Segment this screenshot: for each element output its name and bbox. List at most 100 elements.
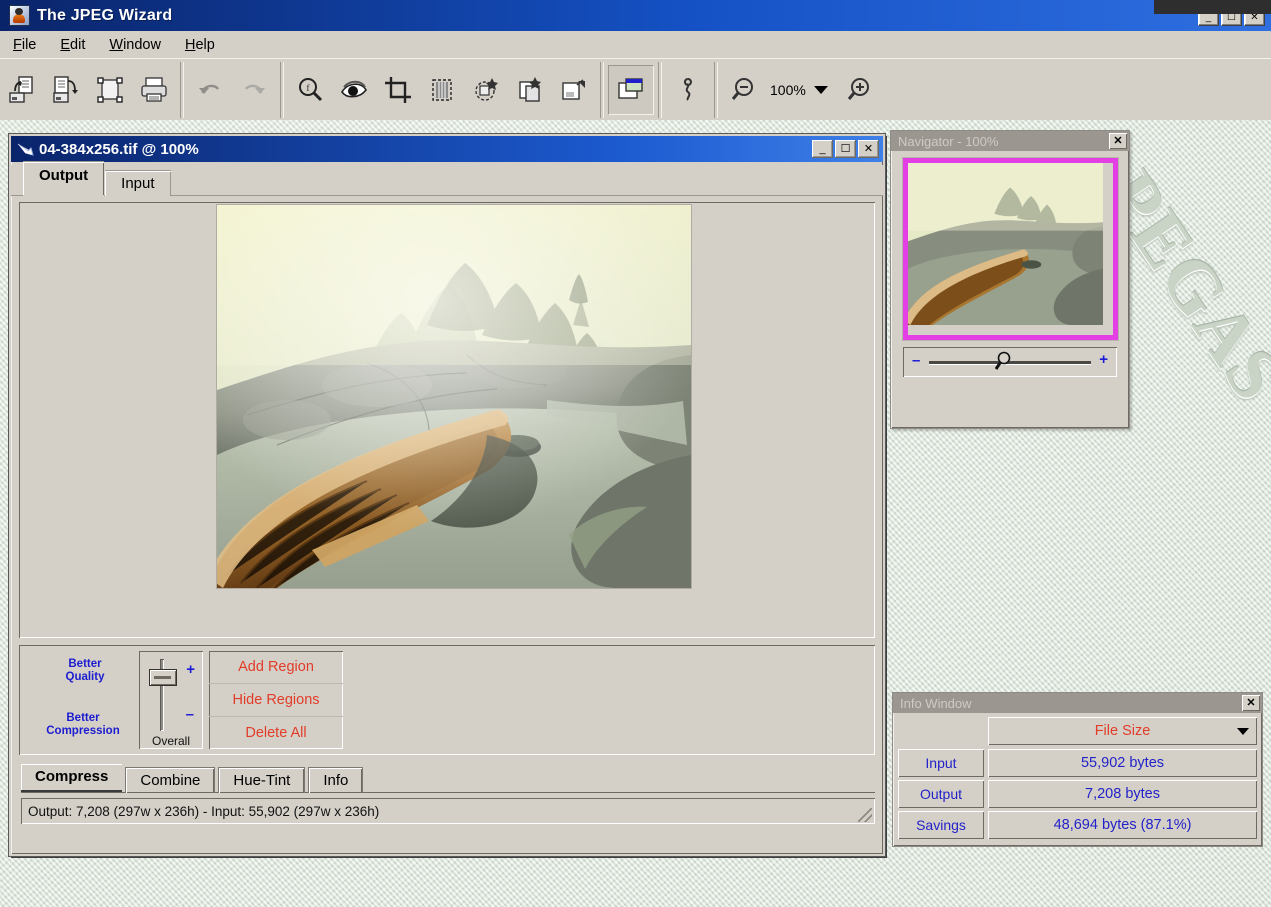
tab-hue-tint[interactable]: Hue-Tint [218, 767, 306, 793]
slider-thumb[interactable] [149, 669, 177, 686]
document-title-bar[interactable]: 04-384x256.tif @ 100% _ ☐ ✕ [11, 136, 883, 162]
compression-controls-panel: Better Quality Better Compression + – Ov… [19, 645, 875, 755]
paste-region-icon [559, 75, 589, 105]
quality-scale-labels: Better Quality Better Compression [37, 652, 133, 748]
info-row-label-output: Output [898, 780, 984, 808]
add-region-icon [471, 75, 501, 105]
info-row-value-input: 55,902 bytes [988, 749, 1257, 777]
region-buttons-group: Add Region Hide Regions Delete All [209, 651, 343, 749]
tab-input[interactable]: Input [105, 170, 171, 196]
navigator-slider-thumb[interactable] [994, 351, 1012, 372]
menu-help[interactable]: Help [174, 34, 226, 56]
hide-regions-button[interactable]: Hide Regions [209, 684, 343, 717]
overall-quality-slider[interactable]: + – Overall [139, 651, 203, 749]
tab-output[interactable]: Output [23, 161, 105, 196]
zoom-in-icon [845, 75, 875, 105]
magnifier-icon: f [295, 75, 325, 105]
print-icon [139, 75, 169, 105]
navigator-thumbnail-area[interactable] [899, 158, 1121, 340]
print-button[interactable] [132, 66, 176, 114]
paste-region-button[interactable] [552, 66, 596, 114]
info-window: Info Window ✕ File Size Input 55,902 byt… [892, 692, 1263, 847]
zoom-out-button[interactable] [722, 66, 766, 114]
document-maximize-button[interactable]: ☐ [835, 140, 856, 158]
info-row-value-output: 7,208 bytes [988, 780, 1257, 808]
info-row-label-input: Input [898, 749, 984, 777]
info-metric-value: File Size [1094, 723, 1151, 739]
slider-plus-label: + [186, 661, 195, 678]
document-icon [17, 142, 34, 157]
delete-all-button[interactable]: Delete All [209, 717, 343, 749]
toolbar: f 100% [0, 58, 1271, 121]
resize-grip[interactable] [858, 808, 872, 822]
menu-window-label: indow [123, 36, 161, 53]
status-text: Output: 7,208 (297w x 236h) - Input: 55,… [28, 803, 380, 819]
info-window-button[interactable] [666, 66, 710, 114]
crop-tool-button[interactable] [376, 66, 420, 114]
navigator-window-icon [616, 75, 646, 105]
mask-tool-button[interactable] [420, 66, 464, 114]
chevron-down-icon[interactable] [813, 86, 828, 94]
toolbar-separator-2 [280, 62, 284, 118]
grid-mask-icon [427, 75, 457, 105]
tab-info[interactable]: Info [308, 767, 364, 793]
toolbar-separator-1 [180, 62, 184, 118]
copy-region-button[interactable] [508, 66, 552, 114]
open-file-button[interactable] [0, 66, 44, 114]
tab-compress[interactable]: Compress [21, 764, 123, 792]
info-window-title: Info Window [900, 695, 972, 711]
document-title: 04-384x256.tif @ 100% [39, 140, 199, 158]
toolbar-group-info [666, 62, 710, 118]
application-window: The JPEG Wizard _ ☐ ✕ File Edit Window H… [0, 0, 1271, 907]
add-region-button[interactable]: Add Region [209, 651, 343, 684]
save-file-button[interactable] [44, 66, 88, 114]
info-metric-select[interactable]: File Size [988, 717, 1257, 745]
mdi-client-area: PEGAS 04-384x256.tif @ 100% _ ☐ ✕ Output… [0, 120, 1271, 907]
zoom-in-button[interactable] [838, 66, 882, 114]
navigator-title: Navigator - 100% [898, 133, 999, 149]
navigator-zoom-slider[interactable]: – + [903, 347, 1117, 377]
table-row: Input 55,902 bytes [898, 749, 1257, 777]
navigator-window-button[interactable] [608, 65, 654, 115]
table-row: Output 7,208 bytes [898, 780, 1257, 808]
slider-minus-label: – [185, 706, 194, 723]
menu-bar: File Edit Window Help [0, 31, 1271, 59]
chevron-down-icon[interactable] [1237, 728, 1249, 735]
save-file-icon [51, 75, 81, 105]
document-minimize-button[interactable]: _ [812, 140, 833, 158]
navigator-close-button[interactable]: ✕ [1109, 133, 1127, 149]
undo-button[interactable] [188, 66, 232, 114]
menu-file[interactable]: File [2, 34, 47, 56]
tab-combine[interactable]: Combine [125, 767, 216, 793]
select-all-button[interactable] [88, 66, 132, 114]
navigator-zoom-out-label[interactable]: – [912, 352, 920, 369]
preview-eye-button[interactable] [332, 66, 376, 114]
document-window-controls: _ ☐ ✕ [812, 140, 883, 158]
redo-icon [239, 75, 269, 105]
info-window-title-bar[interactable]: Info Window ✕ [893, 693, 1262, 713]
menu-edit-label: dit [70, 36, 86, 53]
menu-file-label: ile [21, 36, 37, 53]
toolbar-group-tools: f [288, 62, 596, 118]
menu-window[interactable]: Window [98, 34, 172, 56]
menu-edit[interactable]: Edit [49, 34, 96, 56]
zoom-level-value[interactable]: 100% [766, 82, 810, 98]
navigator-title-bar[interactable]: Navigator - 100% ✕ [891, 131, 1129, 151]
toolbar-separator-3 [600, 62, 604, 118]
magnifier-tool-button[interactable]: f [288, 66, 332, 114]
wizard-hat-icon [9, 5, 30, 26]
document-tabs: Output Input [11, 161, 883, 196]
app-title: The JPEG Wizard [37, 6, 173, 24]
add-region-tool-button[interactable] [464, 66, 508, 114]
main-title-bar: The JPEG Wizard _ ☐ ✕ [0, 0, 1271, 31]
menu-help-label: elp [195, 36, 215, 53]
document-close-button[interactable]: ✕ [858, 140, 879, 158]
toolbar-separator-5 [714, 62, 718, 118]
document-status-bar: Output: 7,208 (297w x 236h) - Input: 55,… [21, 798, 875, 824]
copy-region-icon [515, 75, 545, 105]
navigator-zoom-in-label[interactable]: + [1099, 351, 1108, 368]
redo-button[interactable] [232, 66, 276, 114]
info-window-close-button[interactable]: ✕ [1242, 695, 1260, 711]
image-canvas[interactable] [19, 202, 875, 638]
navigator-view-rect[interactable] [902, 158, 1118, 340]
